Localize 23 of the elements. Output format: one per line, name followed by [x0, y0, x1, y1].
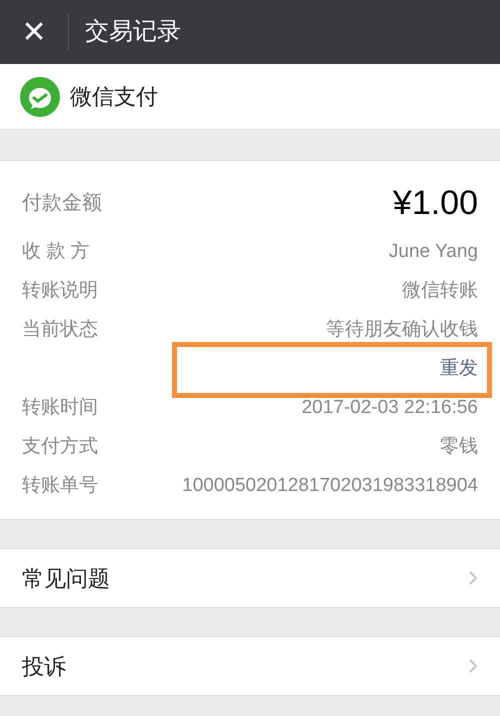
brand-name: 微信支付 [70, 83, 158, 111]
detail-value: 2017-02-03 22:16:56 [302, 396, 478, 420]
menu-item[interactable]: 投诉 [0, 636, 500, 696]
chat-bubble-icon [20, 76, 60, 116]
detail-value: 等待朋友确认收钱 [326, 318, 478, 342]
detail-value: June Yang [388, 240, 478, 264]
detail-label: 转账单号 [22, 474, 98, 498]
detail-label: 当前状态 [22, 318, 98, 342]
detail-label: 转账时间 [22, 396, 98, 420]
detail-value: 零钱 [440, 435, 478, 460]
detail-value: 微信转账 [402, 279, 478, 304]
close-button[interactable]: ✕ [0, 0, 68, 64]
detail-value: 1000050201281702031983318904 [182, 474, 478, 498]
detail-label: 转账说明 [22, 279, 98, 304]
chevron-right-icon [468, 570, 478, 586]
detail-label: 收 款 方 [22, 240, 90, 264]
detail-label: 支付方式 [22, 435, 98, 460]
chevron-right-icon [468, 658, 478, 674]
amount-value: ¥1.00 [392, 182, 478, 224]
amount-label: 付款金额 [22, 191, 102, 216]
window-title: 交易记录 [85, 17, 181, 47]
resend-link[interactable]: 重发 [440, 355, 478, 384]
menu-item[interactable]: 常见问题 [0, 548, 500, 608]
